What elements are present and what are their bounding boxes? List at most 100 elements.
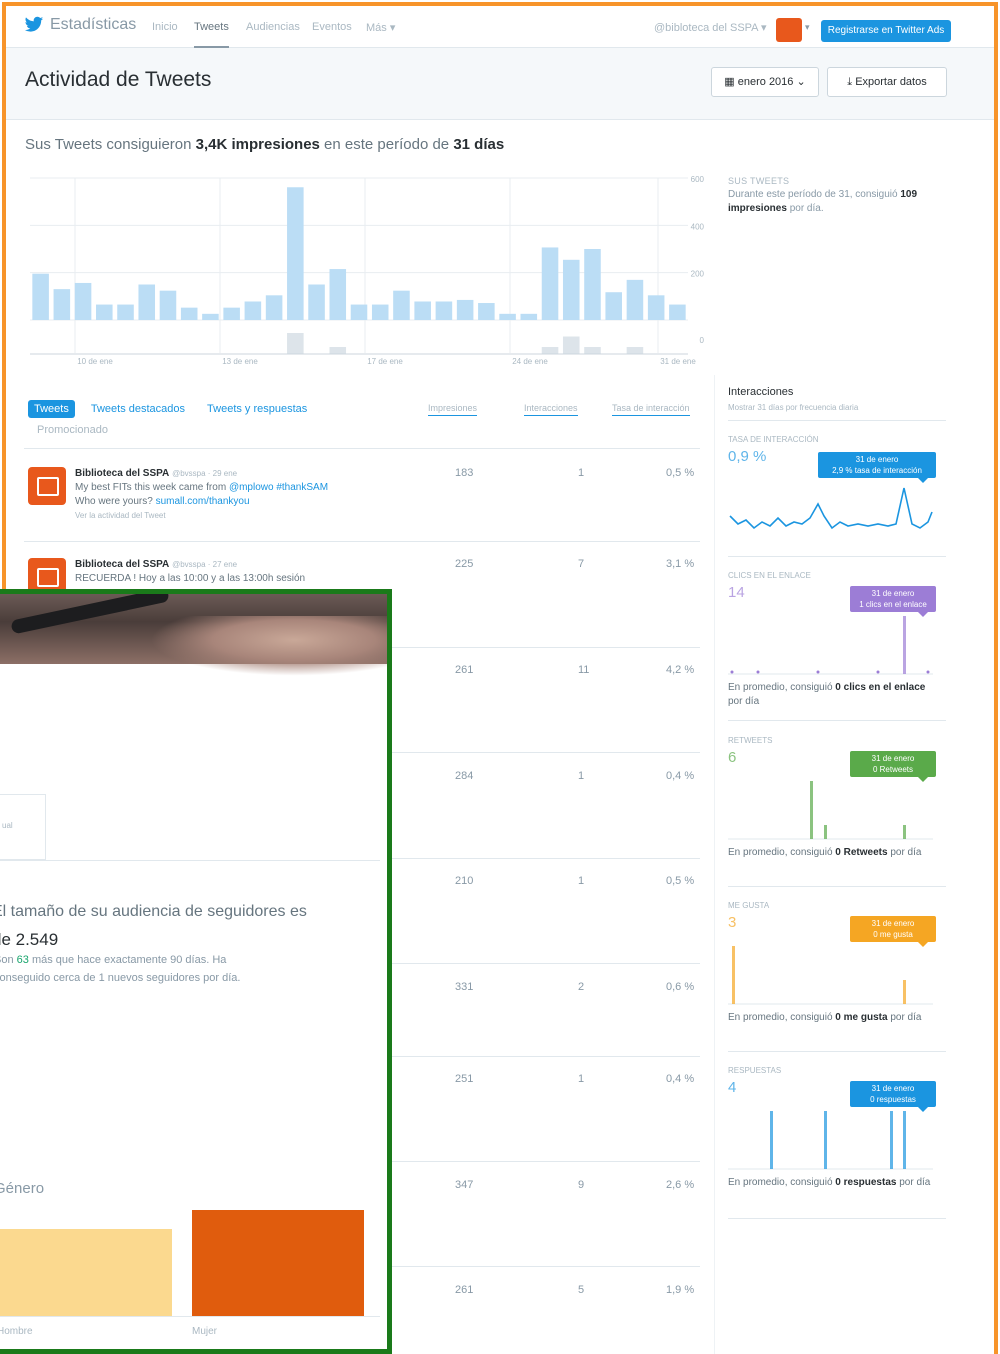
metric-tooltip: 31 de enero 0 respuestas xyxy=(850,1081,936,1112)
column-impressions[interactable]: Impresiones xyxy=(428,403,478,416)
row-interactions: 7 xyxy=(578,558,585,570)
tweet-content[interactable]: Biblioteca del SSPA @bvsspa · 29 ene My … xyxy=(75,467,328,523)
growth-suffix: más que hace exactamente 90 días. Ha xyxy=(28,954,227,966)
row-rate: 0,4 % xyxy=(666,1073,695,1085)
metric-average: En promedio, consiguió 0 clics en el enl… xyxy=(728,681,938,709)
impression-bar[interactable] xyxy=(244,301,262,320)
metric-spike[interactable] xyxy=(810,781,813,839)
tab-promoted[interactable]: Promocionado xyxy=(37,424,108,436)
nav-item-tweets[interactable]: Tweets xyxy=(194,21,229,48)
impression-bar[interactable] xyxy=(371,304,389,320)
metric-heading: RETWEETS xyxy=(728,736,773,745)
impression-bar[interactable] xyxy=(647,295,665,320)
metric-spike[interactable] xyxy=(903,616,906,674)
date-range-button[interactable]: ▦ enero 2016 ⌄ xyxy=(711,67,819,97)
impression-bar[interactable] xyxy=(53,289,71,320)
impression-bar[interactable] xyxy=(329,269,347,320)
impression-bar[interactable] xyxy=(499,313,516,320)
impression-bar[interactable] xyxy=(117,304,134,320)
metric-spike[interactable] xyxy=(770,1111,773,1169)
metric-spike[interactable] xyxy=(824,1111,827,1169)
chevron-down-icon[interactable]: ▾ xyxy=(805,22,810,33)
impression-bar[interactable] xyxy=(626,279,644,320)
impression-bar[interactable] xyxy=(414,301,431,320)
impression-bar[interactable] xyxy=(265,295,283,320)
impression-bar[interactable] xyxy=(96,304,113,320)
tab-replies[interactable]: Tweets y respuestas xyxy=(201,400,313,418)
promoted-bar[interactable] xyxy=(584,347,601,354)
rate-line[interactable] xyxy=(729,487,933,530)
divider xyxy=(728,886,946,887)
impression-bar[interactable] xyxy=(159,290,177,320)
impression-bar[interactable] xyxy=(350,304,368,320)
metric-spike[interactable] xyxy=(903,825,906,839)
impression-bar[interactable] xyxy=(180,307,198,320)
y-tick-label: 400 xyxy=(691,222,705,231)
impression-bar[interactable] xyxy=(584,249,601,320)
impression-bar[interactable] xyxy=(478,303,495,320)
tweet-handle: @bvsspa · 27 ene xyxy=(172,560,238,569)
promoted-bar[interactable] xyxy=(562,336,580,355)
impression-bar[interactable] xyxy=(541,247,559,320)
nav-item-eventos[interactable]: Eventos xyxy=(312,21,352,33)
row-interactions: 2 xyxy=(578,981,585,993)
x-tick-label: 31 de ene xyxy=(660,357,696,366)
account-menu[interactable]: @bibloteca del SSPA ▾ xyxy=(654,21,767,34)
nav-item-audiencias[interactable]: Audiencias xyxy=(246,21,300,33)
tweet-mentions[interactable]: @mplowo #thankSAM xyxy=(229,482,328,493)
impression-bar[interactable] xyxy=(138,284,156,321)
metric-spike[interactable] xyxy=(903,1111,906,1169)
average-suffix: por día xyxy=(728,696,760,707)
tweet-author[interactable]: Biblioteca del SSPA xyxy=(75,468,169,479)
ads-signup-button[interactable]: Registrarse en Twitter Ads xyxy=(821,20,951,42)
nav-item-mas[interactable]: Más ▾ xyxy=(366,21,395,34)
average-prefix: En promedio, consiguió xyxy=(728,682,836,693)
impression-bar[interactable] xyxy=(202,313,219,320)
export-data-button[interactable]: ⤓ Exportar datos xyxy=(827,67,947,97)
metric-spike[interactable] xyxy=(903,980,906,1004)
promoted-bar[interactable] xyxy=(541,347,559,354)
pen-image xyxy=(10,594,170,635)
nav-item-inicio[interactable]: Inicio xyxy=(152,21,178,33)
column-interactions[interactable]: Interacciones xyxy=(524,403,578,416)
metric-spike[interactable] xyxy=(824,825,827,839)
impression-bar[interactable] xyxy=(393,290,410,320)
impression-bar[interactable] xyxy=(562,259,580,320)
gender-baseline xyxy=(0,1316,380,1317)
impression-bar[interactable] xyxy=(435,301,453,320)
tweet-content[interactable]: Biblioteca del SSPA @bvsspa · 27 ene REC… xyxy=(75,558,305,586)
tooltip-date: 31 de enero xyxy=(871,589,915,598)
row-rate: 0,4 % xyxy=(666,770,695,782)
avatar[interactable] xyxy=(28,467,66,505)
row-interactions: 1 xyxy=(578,770,585,782)
promoted-bar[interactable] xyxy=(329,347,347,354)
metric-spike[interactable] xyxy=(890,1111,893,1169)
tab-featured[interactable]: Tweets destacados xyxy=(85,400,191,418)
metric-spike[interactable] xyxy=(732,946,735,1004)
tweet-activity-link[interactable]: Ver la actividad del Tweet xyxy=(75,511,166,520)
column-rate[interactable]: Tasa de interacción xyxy=(612,403,690,416)
metric-mini-chart xyxy=(728,616,933,675)
impression-bar[interactable] xyxy=(520,313,538,320)
impression-bar[interactable] xyxy=(669,304,686,320)
impression-bar[interactable] xyxy=(456,299,474,320)
average-value: 0 Retweets xyxy=(835,847,888,858)
impression-bar[interactable] xyxy=(74,282,92,320)
interactions-subtitle[interactable]: Mostrar 31 días por frecuencia diaria xyxy=(728,403,858,412)
metric-heading: RESPUESTAS xyxy=(728,1066,782,1075)
impression-bar[interactable] xyxy=(287,187,304,320)
brand[interactable]: Estadísticas xyxy=(24,16,136,34)
tab-tweets[interactable]: Tweets xyxy=(28,400,75,418)
tweet-author[interactable]: Biblioteca del SSPA xyxy=(75,559,169,570)
row-interactions: 9 xyxy=(578,1179,585,1191)
impression-bar[interactable] xyxy=(32,273,49,320)
promoted-bar[interactable] xyxy=(287,333,304,354)
promoted-bar[interactable] xyxy=(626,347,644,354)
impression-bar[interactable] xyxy=(605,292,622,320)
row-impressions: 225 xyxy=(455,558,474,570)
impression-bar[interactable] xyxy=(223,307,240,320)
impression-bar[interactable] xyxy=(308,284,325,321)
tweet-link[interactable]: sumall.com/thankyou xyxy=(156,496,250,507)
row-interactions: 5 xyxy=(578,1284,585,1296)
account-avatar[interactable] xyxy=(776,18,802,42)
